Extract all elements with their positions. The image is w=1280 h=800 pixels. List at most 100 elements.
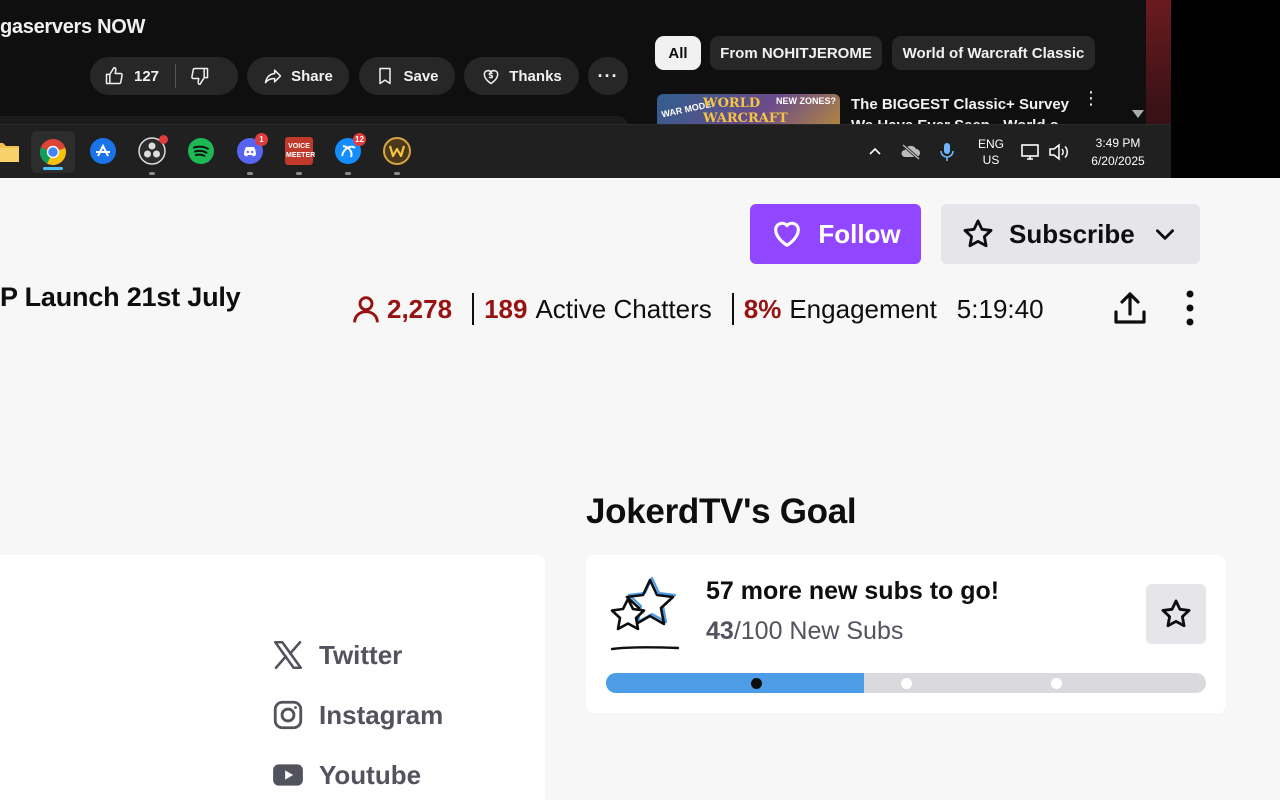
engagement-value: 8% [743,293,782,324]
yt-save-button[interactable]: Save [359,57,455,95]
star-icon [961,217,995,251]
stream-uptime: 5:19:40 [956,293,1044,324]
volume-icon[interactable] [1048,125,1072,178]
follow-label: Follow [818,218,901,249]
heart-dollar-icon [483,69,499,85]
thumbnail-text-right: NEW ZONES? [776,96,836,106]
running-indicator [247,172,253,175]
folder-icon[interactable] [0,137,20,165]
spotify-icon[interactable] [187,137,215,165]
discord-icon[interactable]: 1 [236,133,268,175]
goal-stars-icon [604,575,686,655]
running-indicator [149,172,155,175]
chip-from-channel[interactable]: From NOHITJEROME [710,36,882,70]
social-link-twitter[interactable]: Twitter [271,635,402,675]
goal-progress-fill [606,673,864,693]
social-link-instagram[interactable]: Instagram [271,695,443,735]
goal-subscribe-button[interactable] [1146,584,1206,644]
bookmark-icon [379,67,392,85]
instagram-icon [273,700,303,730]
x-twitter-icon [273,640,303,670]
lang-bottom: US [982,153,1000,167]
discord-badge: 1 [255,133,268,146]
star-icon [1161,599,1191,628]
stream-capture: gaservers NOW 127 Share Save Thanks ··· … [0,0,1280,178]
goal-milestone-marker [1051,678,1062,689]
windows-taskbar: 1 VOICE MEETER 12 ENG US 3:49 PM 6/20/20… [0,124,1171,178]
engagement-label: Engagement [789,293,937,324]
goal-milestone-marker [751,678,762,689]
running-indicator [394,172,400,175]
chrome-icon [39,139,66,166]
yt-thanks-button[interactable]: Thanks [464,57,579,95]
follow-button[interactable]: Follow [750,204,921,264]
thumbs-down-icon [191,67,209,86]
like-button[interactable]: 127 [90,57,159,95]
save-label: Save [403,67,439,85]
active-indicator [43,167,63,170]
obs-icon[interactable] [138,135,168,175]
more-options-icon[interactable] [1170,288,1210,328]
goal-progress-bar [606,673,1206,693]
thumbs-up-icon [105,66,123,85]
social-label: Instagram [319,699,444,730]
lang-top: ENG [977,137,1004,151]
recommended-menu-icon[interactable]: ⋮ [1082,89,1100,107]
chip-wow-classic[interactable]: World of Warcraft Classic [892,36,1095,70]
video-title: gaservers NOW [0,16,146,38]
share-label: Share [291,67,333,85]
yt-share-button[interactable]: Share [247,57,349,95]
clock-date: 6/20/2025 [1091,154,1145,168]
share-icon[interactable] [1110,288,1150,328]
obs-badge [159,135,168,144]
active-chatters-label: Active Chatters [535,293,712,324]
battlenet-badge: 12 [353,133,366,146]
more-dots-icon: ··· [597,65,619,86]
stream-stats: 2,278 189 Active Chatters 8% Engagement … [350,288,1044,330]
battlenet-icon[interactable]: 12 [334,133,366,175]
goal-milestone-marker [901,678,912,689]
wow-icon[interactable] [383,137,411,175]
running-indicator [345,172,351,175]
microphone-icon[interactable] [938,125,960,178]
goal-progress-text: 43/100 New Subs [706,617,903,646]
app-icon[interactable] [89,137,117,165]
chip-all[interactable]: All [655,36,701,70]
language-indicator[interactable]: ENG US [973,125,1009,178]
like-count: 127 [134,67,160,85]
chevron-down-icon [1152,221,1178,247]
running-indicator [296,172,302,175]
scroll-down-icon[interactable] [1132,110,1144,118]
stat-divider [731,293,734,325]
goal-target: /100 New Subs [733,617,904,645]
viewer-count: 2,278 [387,293,453,324]
clock-time: 3:49 PM [1095,136,1141,150]
youtube-icon [273,764,303,786]
goal-current: 43 [706,617,734,645]
dislike-button[interactable] [176,66,210,86]
active-chatters-count: 189 [484,293,528,324]
tray-expand-icon[interactable] [866,125,888,178]
viewer-icon [350,293,382,325]
voicemeeter-icon[interactable]: VOICE MEETER [285,137,316,175]
like-dislike-pill[interactable]: 127 [90,57,238,95]
social-label: Twitter [319,639,403,670]
subscribe-label: Subscribe [1009,218,1135,249]
goal-card: 57 more new subs to go! 43/100 New Subs [586,555,1226,713]
social-link-youtube[interactable]: Youtube [271,755,421,795]
stat-divider [472,293,475,325]
share-arrow-icon [264,69,282,84]
clock[interactable]: 3:49 PM 6/20/2025 [1083,125,1153,178]
subscribe-button[interactable]: Subscribe [941,204,1200,264]
cloud-offline-icon[interactable] [900,125,924,178]
voicemeeter-label: VOICE MEETER [286,143,316,159]
youtube-frame: gaservers NOW 127 Share Save Thanks ··· … [0,0,1146,134]
goal-headline: 57 more new subs to go! [706,577,1000,605]
app-root: gaservers NOW 127 Share Save Thanks ··· … [0,0,1280,800]
network-icon[interactable] [1020,125,1044,178]
thanks-label: Thanks [509,67,562,85]
stream-title: P Launch 21st July [0,282,241,312]
heart-icon [774,221,801,247]
chrome-taskbar-button[interactable] [31,131,75,173]
yt-more-button[interactable]: ··· [588,57,628,95]
